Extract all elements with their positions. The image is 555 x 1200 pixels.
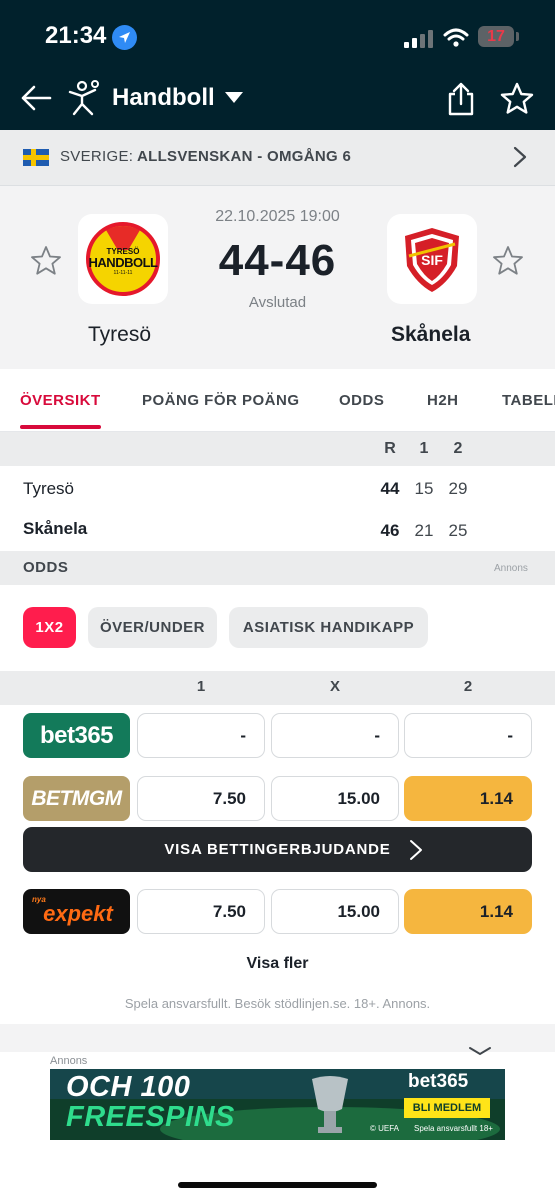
odds-value: 15.00: [337, 789, 380, 808]
bookmaker-bet365-name: bet365: [39, 722, 114, 749]
ad-banner[interactable]: OCH 100 FREESPINS bet365 BLI MEDLEM © UE…: [50, 1069, 505, 1140]
odds-button[interactable]: -: [271, 713, 399, 758]
tab-table[interactable]: TABELL: [502, 392, 555, 409]
odds-col-2: 2: [463, 678, 473, 695]
league-name: ALLSVENSKAN - OMGÅNG 6: [137, 148, 352, 165]
market-asian-handicap[interactable]: ASIATISK HANDIKAPP: [229, 607, 428, 648]
odds-button[interactable]: 7.50: [137, 889, 265, 934]
odds-value: 7.50: [212, 902, 246, 921]
market-over-under[interactable]: ÖVER/UNDER: [88, 607, 217, 648]
scoreboard-away-p2: 25: [448, 521, 468, 540]
ad-footer-right: Spela ansvarsfullt 18+: [414, 1124, 493, 1133]
show-betting-offers-label: VISA BETTINGERBJUDANDE: [164, 841, 391, 858]
scoreboard-col-1: 1: [419, 440, 429, 457]
collapse-chevron-icon[interactable]: [468, 1046, 492, 1056]
bookmaker-expekt-name: expekt: [43, 901, 113, 926]
away-team-name[interactable]: Skånela: [391, 323, 470, 347]
tab-odds[interactable]: ODDS: [339, 392, 384, 409]
odds-title: ODDS: [23, 559, 69, 576]
tab-overview[interactable]: ÖVERSIKT: [20, 392, 101, 409]
sweden-flag-icon: [23, 149, 49, 166]
scoreboard-away-team: Skånela: [23, 519, 88, 538]
scoreboard-col-r: R: [384, 440, 396, 457]
odds-value: -: [374, 726, 380, 745]
away-logo-text: SIF: [421, 252, 443, 268]
odds-value: 7.50: [212, 789, 246, 808]
ad-brand: bet365: [408, 1071, 469, 1092]
odds-value: 1.14: [479, 789, 513, 808]
odds-button[interactable]: -: [137, 713, 265, 758]
odds-button[interactable]: 7.50: [137, 776, 265, 821]
scoreboard-home-p2: 29: [448, 479, 468, 498]
scoreboard-home-p1: 15: [414, 479, 434, 498]
bookmaker-bet365-logo[interactable]: bet365: [23, 713, 130, 758]
home-indicator: [178, 1182, 377, 1188]
ad-label: Annons: [50, 1055, 88, 1067]
away-favorite-star-icon[interactable]: [492, 245, 524, 277]
odds-value: 15.00: [337, 902, 380, 921]
wifi-icon: [443, 28, 469, 47]
odds-col-x: X: [329, 678, 340, 695]
battery-tip: [516, 32, 519, 41]
tab-point-by-point[interactable]: POÄNG FÖR POÄNG: [142, 392, 300, 409]
ad-footer-left: © UEFA: [370, 1124, 400, 1133]
active-tab-indicator: [20, 425, 101, 429]
odds-button[interactable]: 15.00: [271, 776, 399, 821]
scoreboard-home-total: 44: [380, 479, 400, 498]
scoreboard-away-p1: 21: [414, 521, 434, 540]
home-logo-main: HANDBOLL: [88, 255, 158, 270]
odds-button[interactable]: 15.00: [271, 889, 399, 934]
tab-h2h[interactable]: H2H: [427, 392, 459, 409]
status-time: 21:34: [45, 22, 107, 49]
odds-ad-label: Annons: [494, 563, 528, 574]
odds-section-header: [0, 551, 555, 585]
ad-headline-1: OCH 100: [66, 1071, 191, 1103]
favorite-star-icon[interactable]: [500, 82, 534, 116]
match-date: 22.10.2025 19:00: [215, 208, 340, 225]
responsible-gambling-text: Spela ansvarsfullt. Besök stödlinjen.se.…: [124, 996, 431, 1011]
ad-headline-2: FREESPINS: [66, 1101, 235, 1133]
odds-value: 1.14: [479, 902, 513, 921]
odds-col-1: 1: [196, 678, 206, 695]
scoreboard-home-team: Tyresö: [23, 479, 75, 498]
bookmaker-betmgm-name: BETMGM: [31, 787, 122, 810]
show-more-link[interactable]: Visa fler: [0, 955, 555, 973]
scoreboard-col-2: 2: [453, 440, 463, 457]
battery-indicator: 17: [478, 26, 514, 47]
home-team-name[interactable]: Tyresö: [88, 323, 151, 347]
league-country: SVERIGE:: [60, 148, 134, 165]
home-team-logo[interactable]: TYRESÖ HANDBOLL 11-11-11: [78, 214, 168, 304]
scoreboard-away-total: 46: [380, 521, 400, 540]
bookmaker-expekt-logo[interactable]: nya expekt: [23, 889, 130, 934]
home-logo-sub: 11-11-11: [113, 270, 133, 276]
odds-value: -: [240, 726, 246, 745]
odds-button-highlighted[interactable]: 1.14: [404, 889, 532, 934]
handball-player-icon: [68, 80, 99, 116]
home-favorite-star-icon[interactable]: [30, 245, 62, 277]
share-icon[interactable]: [446, 82, 476, 116]
odds-button-highlighted[interactable]: 1.14: [404, 776, 532, 821]
signal-icon: [404, 30, 433, 48]
odds-value: -: [507, 726, 513, 745]
match-score: 44-46: [218, 236, 337, 285]
away-team-logo[interactable]: SIF: [387, 214, 477, 304]
ad-cta-button[interactable]: BLI MEDLEM: [404, 1098, 490, 1118]
chevron-right-icon[interactable]: [513, 146, 527, 168]
sport-title[interactable]: Handboll: [112, 84, 215, 112]
market-1x2[interactable]: 1X2: [23, 607, 76, 648]
chevron-right-icon: [410, 840, 422, 860]
bookmaker-betmgm-logo[interactable]: BETMGM: [23, 776, 130, 821]
location-icon: [112, 25, 137, 50]
dropdown-caret-icon[interactable]: [225, 92, 243, 103]
back-arrow-icon[interactable]: [20, 82, 52, 114]
match-status: Avslutad: [248, 294, 307, 311]
show-betting-offers-button[interactable]: VISA BETTINGERBJUDANDE: [23, 827, 532, 872]
odds-button[interactable]: -: [404, 713, 532, 758]
tab-bar: ÖVERSIKT POÄNG FÖR POÄNG ODDS H2H TABELL: [0, 369, 555, 432]
